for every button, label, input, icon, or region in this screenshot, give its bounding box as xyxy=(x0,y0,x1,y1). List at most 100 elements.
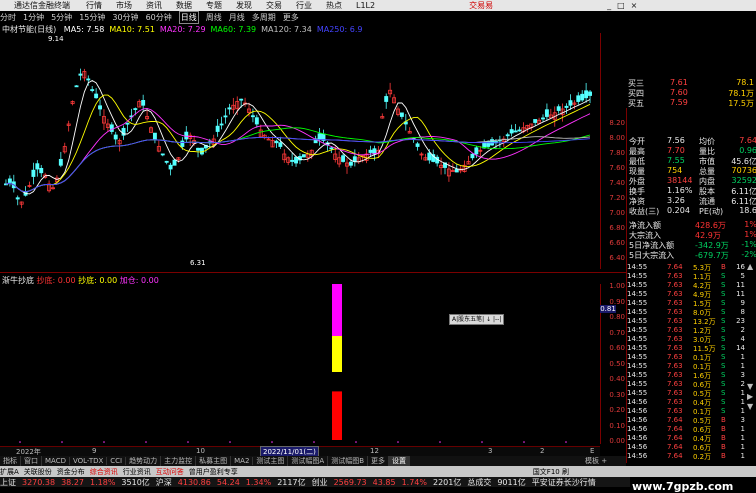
index-name[interactable]: 上证 xyxy=(0,477,16,488)
period-tab[interactable]: 周线 xyxy=(206,12,222,23)
indicator-chart[interactable] xyxy=(0,284,600,444)
period-tab[interactable]: 60分钟 xyxy=(146,12,172,23)
index-value: 4130.86 xyxy=(177,477,211,487)
extension-tab[interactable]: 综合资讯 xyxy=(90,467,118,477)
indicator-tab[interactable]: 测试幅图B xyxy=(328,456,369,466)
indicator-tab[interactable]: MACD xyxy=(42,457,70,465)
menu-item-market[interactable]: 市场 xyxy=(116,0,132,11)
pane-divider[interactable] xyxy=(0,272,626,273)
index-name[interactable]: 沪深 xyxy=(156,477,172,488)
menu-item-trade[interactable]: 交易 xyxy=(266,0,282,11)
add-tab-button[interactable]: + xyxy=(601,457,607,465)
menu-item-discover[interactable]: 发现 xyxy=(236,0,252,11)
period-tab[interactable]: 月线 xyxy=(229,12,245,23)
indicator-tab[interactable]: VOL-TDX xyxy=(70,457,108,465)
candle-body xyxy=(513,130,518,133)
period-tab[interactable]: 分时 xyxy=(0,12,16,23)
extension-tab[interactable]: 资金分布 xyxy=(57,467,85,477)
period-tab[interactable]: 更多 xyxy=(283,12,299,23)
indicator-tab[interactable]: 指标 xyxy=(0,456,21,466)
candle-body xyxy=(580,93,585,101)
tick-side: S xyxy=(721,326,726,334)
period-tab[interactable]: 日线 xyxy=(178,10,199,24)
indicator-tab[interactable]: 窗口 xyxy=(21,456,42,466)
tick-side: B xyxy=(721,452,726,460)
index-name[interactable]: 创业 xyxy=(312,477,328,488)
index-percent: 1.34% xyxy=(245,477,272,487)
index-amount: 3510亿 xyxy=(121,477,150,487)
extension-tab[interactable]: 互动问答 xyxy=(156,467,184,477)
indicator-tab[interactable]: 测试主图 xyxy=(253,456,289,466)
candle-body xyxy=(109,124,114,132)
indicator-tab[interactable]: CCI xyxy=(107,457,127,465)
candle-body xyxy=(568,100,573,106)
ma-line xyxy=(5,136,591,193)
extension-tab[interactable]: 国文F10 刷 xyxy=(533,467,569,477)
quote-row: 外盘 38144 内盘 32592 xyxy=(627,176,756,186)
tick-price: 7.64 xyxy=(667,434,683,442)
indicator-tab[interactable]: 主力监控 xyxy=(161,456,197,466)
quote-value: 3.26 xyxy=(667,196,685,205)
tick-side: S xyxy=(721,290,726,298)
indicator-tab[interactable]: 趋势动力 xyxy=(126,456,162,466)
period-tab[interactable]: 15分钟 xyxy=(79,12,105,23)
menu-item-hot[interactable]: 热点 xyxy=(326,0,342,11)
tick-side: S xyxy=(721,317,726,325)
indicator-tab[interactable]: 更多 xyxy=(368,456,390,466)
period-tab[interactable]: 5分钟 xyxy=(51,12,72,23)
quote-row: 净资 3.26 流通 6.11亿 xyxy=(627,196,756,206)
trade-link[interactable]: 交易易 xyxy=(469,0,493,11)
extension-tab[interactable]: 扩展A xyxy=(0,467,19,477)
indicator-bar-red xyxy=(332,391,342,440)
candlestick-chart[interactable]: 9.14 6.31 xyxy=(0,33,600,269)
candle-body xyxy=(544,109,549,117)
period-tab[interactable]: 1分钟 xyxy=(23,12,44,23)
extension-tab[interactable]: 行业资讯 xyxy=(123,467,151,477)
stock-popup[interactable]: A|股东五笔| ↓ |--| xyxy=(449,314,505,325)
tick-price: 7.64 xyxy=(667,425,683,433)
indicator-tab[interactable]: 测试幅图A xyxy=(288,456,329,466)
minimize-button[interactable]: _ xyxy=(607,1,611,10)
candle-body xyxy=(215,125,220,132)
candle-body xyxy=(454,168,459,173)
indicator-tab[interactable]: 设置 xyxy=(389,456,411,466)
indicator-tab[interactable]: MA2 xyxy=(231,457,254,465)
indicator-tab[interactable]: 私募主图 xyxy=(196,456,232,466)
tick-price: 7.63 xyxy=(667,362,683,370)
scroll-end-icon[interactable]: ▼ xyxy=(747,402,753,411)
candle-body xyxy=(125,122,130,125)
extension-tab[interactable]: 关联股份 xyxy=(24,467,52,477)
candle-body xyxy=(517,129,522,132)
scroll-right-icon[interactable]: ▶ xyxy=(747,392,753,401)
scroll-up-icon[interactable]: ▲ xyxy=(747,262,753,271)
period-bar: 分时 1分钟 5分钟 15分钟 30分钟 60分钟 日线 周线 月线 多周期 更多 xyxy=(0,10,299,24)
price-tick: 8.20 xyxy=(609,119,625,127)
tick-time: 14:56 xyxy=(627,434,648,442)
tick-price: 7.63 xyxy=(667,308,683,316)
index-status-bar: 上证 3270.38 38.27 1.18% 3510亿 沪深 4130.86 54.24 1.… xyxy=(0,477,630,487)
period-tab[interactable]: 多周期 xyxy=(252,12,276,23)
menu-item-topics[interactable]: 专题 xyxy=(206,0,222,11)
menu-item-l1l2[interactable]: L1L2 xyxy=(356,1,375,10)
tick-time: 14:55 xyxy=(627,281,648,289)
menu-item-data[interactable]: 数据 xyxy=(176,0,192,11)
scroll-down-icon[interactable]: ▼ xyxy=(747,382,753,391)
extension-tab[interactable]: 曾用户盈利专享 xyxy=(189,467,238,477)
maximize-button[interactable]: □ xyxy=(617,1,625,10)
menu-item-industry[interactable]: 行业 xyxy=(296,0,312,11)
menu-item-news[interactable]: 资讯 xyxy=(146,0,162,11)
candle-body xyxy=(254,117,259,125)
ma-line xyxy=(5,79,591,195)
index-percent: 1.74% xyxy=(401,477,427,487)
date-label: 10 xyxy=(196,447,205,455)
tick-time: 14:55 xyxy=(627,272,648,280)
quote-label: 收益(三) xyxy=(629,207,660,216)
tick-price: 7.64 xyxy=(667,416,683,424)
candle-body xyxy=(141,100,146,106)
indicator-dot xyxy=(145,441,147,443)
candle-body xyxy=(39,167,44,174)
menu-item-quotes[interactable]: 行情 xyxy=(86,0,102,11)
period-tab[interactable]: 30分钟 xyxy=(112,12,138,23)
index-name[interactable]: 总成交 xyxy=(467,477,491,488)
template-tab[interactable]: 模板 xyxy=(585,457,599,465)
